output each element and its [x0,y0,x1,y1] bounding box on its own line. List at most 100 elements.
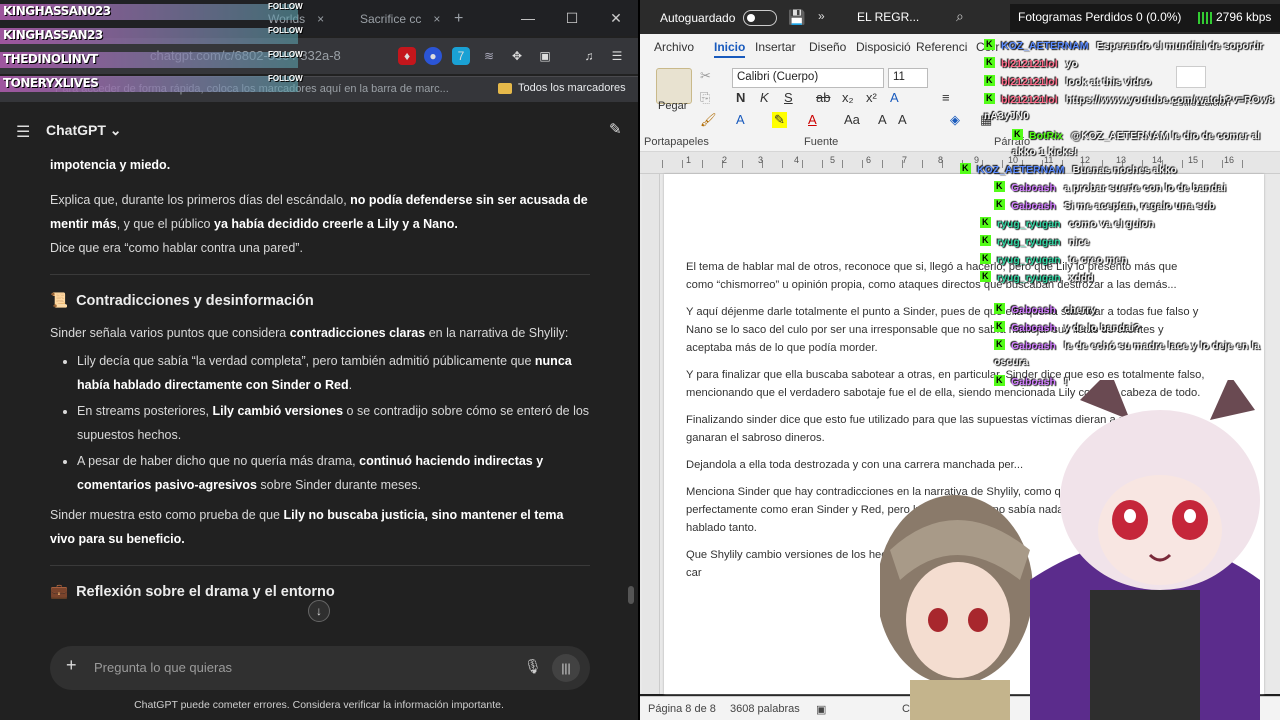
tab-disposicion[interactable]: Disposició [856,40,911,54]
font-name-select[interactable]: Calibri (Cuerpo) [732,68,884,88]
paste-button[interactable]: Pegar [658,100,687,112]
chat-message: KOZ_AETERNAM Buenas noches akko [960,160,1177,178]
prompt-input[interactable]: Pregunta lo que quieras [94,660,232,675]
minimize-button[interactable]: — [506,0,550,36]
kick-icon [980,232,991,248]
vtuber-avatars [880,380,1260,720]
divider [50,565,590,566]
sidebar-toggle-icon[interactable]: ☰ [16,122,30,142]
kick-icon [980,250,991,266]
font-size-select[interactable]: 11 [888,68,928,88]
chat-message: ryug_ryugan te creo men [980,250,1128,268]
text-effects-icon[interactable]: A [736,112,745,127]
save-icon[interactable]: 💾 [788,9,805,26]
chat-message: bl212121lol yo [984,54,1078,72]
chat-user: BotRix [1029,130,1063,142]
subscript-icon[interactable]: x₂ [842,90,854,105]
shrink-font-icon[interactable]: A [898,112,907,127]
group-fuente: Fuente [804,136,839,148]
close-icon[interactable]: × [317,12,324,26]
voice-mode-icon[interactable]: ||| [552,654,580,682]
text: sobre Sinder durante meses. [256,478,421,492]
kick-icon [1012,126,1023,142]
scroll-down-button[interactable]: ↓ [308,600,330,622]
new-tab-button[interactable]: + [446,6,476,32]
bold-text: Lily cambió versiones [212,404,344,418]
menu-icon[interactable]: ☰ [608,47,626,65]
cut-icon[interactable]: ✂ [700,68,711,84]
group-portapapeles: Portapapeles [644,136,709,148]
maximize-button[interactable]: ☐ [550,0,594,36]
microphone-icon[interactable]: 🎙 [524,658,542,675]
follower-name: KINGHASSAN023 [3,4,111,18]
superscript-icon[interactable]: x² [866,90,877,105]
autosave-label: Autoguardado [660,11,736,25]
change-case-icon[interactable]: Aa [844,112,860,127]
chat-user: Gaboash [1011,182,1056,194]
search-icon[interactable]: ⌕ [956,8,964,25]
paste-icon[interactable] [656,68,692,104]
chat-message: Gaboashle de echó su madre lace y lo dej… [994,336,1274,370]
grow-font-icon[interactable]: A [878,112,887,127]
proofing-icon[interactable]: ▣ [816,703,826,716]
new-chat-icon[interactable]: ✎ [609,120,622,138]
follower-row: KINGHASSAN023 FOLLOW [0,0,303,24]
scrollbar[interactable] [628,586,634,604]
tab-archivo[interactable]: Archivo [654,40,694,54]
page-count[interactable]: Página 8 de 8 [648,703,716,715]
tab-insertar[interactable]: Insertar [755,40,796,54]
font-color-icon[interactable]: A [808,112,817,127]
toggle-switch[interactable] [743,10,778,26]
window-controls: — ☐ ✕ [506,0,638,36]
word-count[interactable]: 3608 palabras [730,703,800,715]
tab-diseno[interactable]: Diseño [809,40,846,54]
more-icon[interactable]: » [818,9,825,23]
model-selector[interactable]: ChatGPT ⌄ [46,122,122,139]
strikethrough-icon[interactable]: ab [816,90,830,105]
chat-user: bl212121lol [1001,58,1058,70]
media-icon[interactable]: ▣ [536,47,554,65]
extension-7tv-icon[interactable]: 7 [452,47,470,65]
chat-message: Gaboash y de lo bandai? [994,318,1140,336]
text: A pesar de haber dicho que no quería más… [77,454,360,468]
autosave-toggle[interactable]: Autoguardado [660,10,778,26]
tab-youtube[interactable]: Sacrifice cc × [346,6,446,32]
extension-red-icon[interactable]: ♦ [398,47,416,65]
kick-icon [994,196,1005,212]
highlight-icon[interactable]: ✎ [772,112,787,128]
follower-overlay: KINGHASSAN023 FOLLOW KINGHASSAN23 FOLLOW T… [0,0,303,96]
chatgpt-header: ☰ ChatGPT ⌄ ✎ [0,110,638,150]
chat-text: cherry [1063,304,1097,316]
response-paragraph: Sinder muestra esto como prueba de que L… [50,503,590,551]
folder-icon [498,82,512,94]
close-window-button[interactable]: ✕ [594,0,638,36]
ruler-number: 2 [722,155,728,165]
signal-icon [1198,12,1212,24]
kick-icon [984,54,995,70]
chat-response: impotencia y miedo. Explica que, durante… [50,153,590,612]
extension-blue-icon[interactable]: ● [424,47,442,65]
chat-message: Gaboash Si me aceptan, regalo una sub [994,196,1215,214]
tab-inicio[interactable]: Inicio [714,40,746,58]
clear-format-icon[interactable]: A [890,90,899,105]
chat-user: Gaboash [1011,322,1056,334]
bold-text: impotencia y miedo. [50,158,171,172]
underline-icon[interactable]: S [784,90,793,105]
extension-wave-icon[interactable]: ≋ [480,47,498,65]
chevron-down-icon: ⌄ [109,122,122,138]
bold-icon[interactable]: N [736,90,745,105]
italic-icon[interactable]: K [760,90,769,105]
close-icon[interactable]: × [433,12,440,26]
document-name[interactable]: EL REGR... [857,10,919,24]
plus-icon[interactable]: + [66,655,77,676]
chat-text: te creo men [1068,254,1128,266]
extensions-puzzle-icon[interactable]: ✥ [508,47,526,65]
text: Lily decía que sabía “la verdad completa… [77,354,535,368]
format-painter-icon[interactable]: 🖌 [700,112,717,128]
chat-text: yo [1065,58,1078,70]
copy-icon[interactable]: ⎘ [700,90,710,106]
music-icon[interactable]: ♫ [580,47,598,65]
response-paragraph: Explica que, durante los primeros días d… [50,188,590,260]
all-bookmarks-button[interactable]: Todos los marcadores [498,82,626,94]
disclaimer: ChatGPT puede cometer errores. Considera… [134,699,504,711]
